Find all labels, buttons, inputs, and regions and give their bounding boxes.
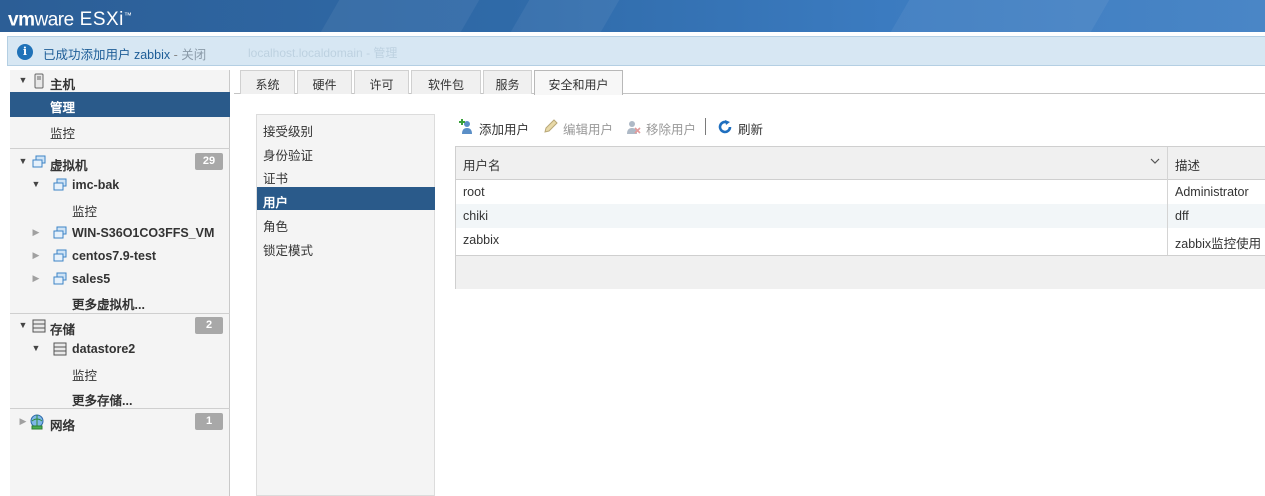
nav-storage[interactable]: ▼ 存储 2 [10, 315, 230, 337]
host-icon [34, 73, 44, 89]
subnav-users[interactable]: 用户 [257, 187, 435, 210]
column-header-username[interactable]: 用户名 [463, 155, 501, 174]
header-decoration [510, 0, 620, 32]
vmware-esxi-logo: vmware ESXi™ [8, 9, 132, 31]
cell-description: zabbix监控使用 [1175, 237, 1262, 251]
table-footer [456, 255, 1265, 289]
nav-vm-centos[interactable]: ▶ centos7.9-test [10, 245, 230, 267]
storage-count-badge: 2 [195, 317, 223, 334]
notification-text: 已成功添加用户 zabbix [43, 48, 171, 62]
manage-tabs: 系统 硬件 许可 软件包 服务 安全和用户 [234, 70, 1265, 95]
remove-user-icon [627, 121, 641, 134]
chevron-down-icon[interactable] [1149, 155, 1161, 167]
expand-arrow-icon[interactable]: ▶ [31, 250, 41, 260]
subnav-roles[interactable]: 角色 [257, 211, 435, 234]
security-subnav: 接受级别 身份验证 证书 用户 角色 锁定模式 [256, 114, 435, 496]
tab-packages[interactable]: 软件包 [411, 70, 481, 94]
nav-vm-sales5[interactable]: ▶ sales5 [10, 268, 230, 290]
column-divider [1167, 180, 1168, 255]
nav-vm-imc-bak-monitor[interactable]: 监控 [10, 197, 230, 219]
nav-virtual-machines[interactable]: ▼ 虚拟机 29 [10, 151, 230, 173]
storage-icon [32, 319, 46, 333]
column-divider[interactable] [1167, 147, 1168, 180]
divider [10, 408, 230, 409]
tab-licensing[interactable]: 许可 [354, 70, 409, 94]
background-title: localhost.localdomain - 管理 [248, 46, 398, 60]
add-user-button[interactable]: 添加用户 [458, 117, 530, 137]
expand-arrow-icon[interactable]: ▶ [18, 416, 28, 426]
nav-vm-imc-bak[interactable]: ▼ imc-bak [10, 174, 230, 196]
vm-icon [53, 249, 67, 262]
network-icon [30, 414, 44, 430]
table-row[interactable]: root Administrator [456, 180, 1265, 204]
subnav-lockdown-mode[interactable]: 锁定模式 [257, 235, 435, 258]
nav-host-monitor[interactable]: 监控 [10, 119, 230, 141]
cell-username: chiki [463, 209, 489, 223]
collapse-arrow-icon[interactable]: ▼ [31, 343, 41, 353]
cell-description: dff [1175, 209, 1189, 223]
collapse-arrow-icon[interactable]: ▼ [18, 320, 28, 330]
app-header: vmware ESXi™ [0, 0, 1265, 32]
datastore-icon [53, 342, 67, 356]
tab-security-users[interactable]: 安全和用户 [534, 70, 623, 95]
vm-icon [53, 178, 67, 191]
remove-user-button[interactable]: 移除用户 [625, 117, 697, 137]
pencil-icon [544, 119, 558, 133]
info-icon: i [17, 44, 33, 60]
nav-more-storage[interactable]: 更多存储... [10, 386, 230, 408]
add-user-icon [459, 119, 472, 134]
divider [10, 148, 230, 149]
collapse-arrow-icon[interactable]: ▼ [18, 75, 28, 85]
users-table: 用户名 描述 root Administrator chiki dff zabb… [455, 146, 1265, 289]
navigator-sidebar: ▼ 主机 管理 监控 ▼ 虚拟机 29 ▼ imc-bak 监控 ▶ WIN-S… [10, 70, 230, 496]
nav-datastore2[interactable]: ▼ datastore2 [10, 338, 230, 360]
notification-close-link[interactable]: 关闭 [181, 48, 206, 62]
tab-system[interactable]: 系统 [240, 70, 295, 94]
header-decoration [320, 0, 480, 32]
nav-datastore2-monitor[interactable]: 监控 [10, 361, 230, 383]
cell-username: root [463, 185, 485, 199]
network-count-badge: 1 [195, 413, 223, 430]
notification-bar: i localhost.localdomain - 管理 已成功添加用户 zab… [7, 36, 1265, 66]
collapse-arrow-icon[interactable]: ▼ [31, 179, 41, 189]
refresh-icon [718, 120, 732, 134]
table-row[interactable]: chiki dff [456, 204, 1265, 228]
tab-services[interactable]: 服务 [483, 70, 532, 94]
nav-host[interactable]: ▼ 主机 [10, 70, 230, 92]
column-header-description[interactable]: 描述 [1175, 155, 1200, 174]
notification-message: 已成功添加用户 zabbix - 关闭 [43, 48, 207, 62]
subnav-certificates[interactable]: 证书 [257, 163, 435, 186]
vm-count-badge: 29 [195, 153, 223, 170]
vm-icon [32, 155, 46, 168]
nav-host-manage[interactable]: 管理 [10, 92, 230, 117]
subnav-acceptance-level[interactable]: 接受级别 [257, 116, 435, 139]
edit-user-button[interactable]: 编辑用户 [542, 117, 614, 137]
table-header: 用户名 描述 [456, 147, 1265, 180]
vm-icon [53, 272, 67, 285]
cell-username: zabbix [463, 233, 500, 247]
subnav-authentication[interactable]: 身份验证 [257, 140, 435, 163]
collapse-arrow-icon[interactable]: ▼ [18, 156, 28, 166]
nav-network[interactable]: ▶ 网络 1 [10, 411, 230, 433]
expand-arrow-icon[interactable]: ▶ [31, 227, 41, 237]
refresh-button[interactable]: 刷新 [717, 117, 767, 137]
table-row[interactable]: zabbix zabbix监控使用 [456, 228, 1265, 252]
expand-arrow-icon[interactable]: ▶ [31, 273, 41, 283]
nav-more-vms[interactable]: 更多虚拟机... [10, 290, 230, 312]
vm-icon [53, 226, 67, 239]
tab-hardware[interactable]: 硬件 [297, 70, 352, 94]
nav-vm-win[interactable]: ▶ WIN-S36O1CO3FFS_VM [10, 222, 230, 244]
cell-description: Administrator [1175, 185, 1249, 199]
toolbar-separator [705, 118, 706, 135]
divider [10, 313, 230, 314]
header-decoration [890, 0, 1110, 32]
